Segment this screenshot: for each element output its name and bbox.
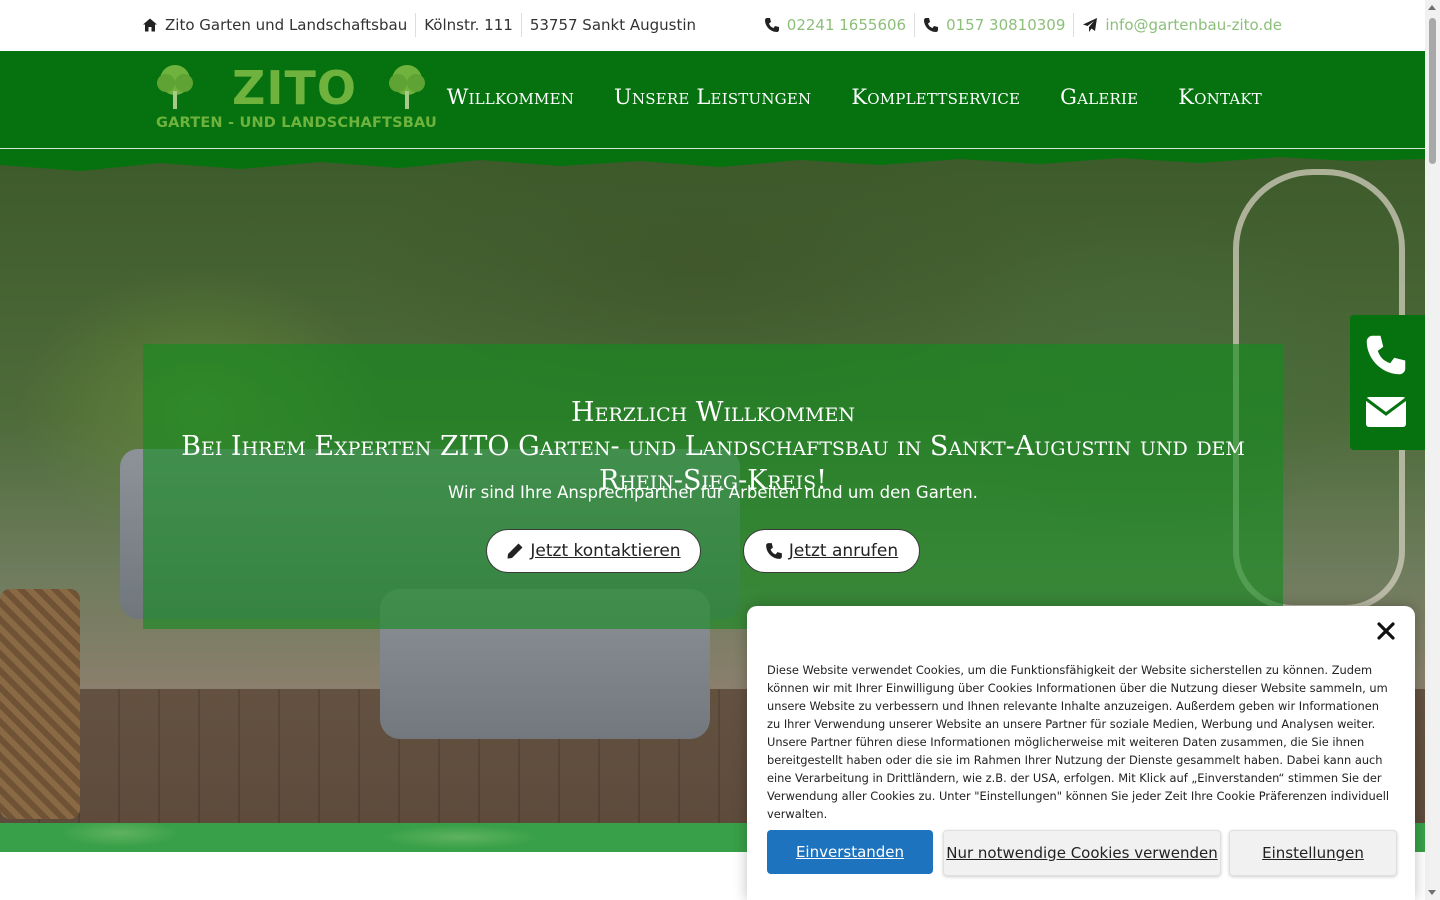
- city-segment: 53757 Sankt Augustin: [522, 13, 704, 37]
- company-name: Zito Garten und Landschaftsbau: [165, 16, 408, 34]
- page-scrollbar[interactable]: [1425, 0, 1440, 900]
- address-block: Zito Garten und Landschaftsbau Kölnstr. …: [142, 13, 704, 37]
- close-icon[interactable]: [1377, 622, 1395, 640]
- contact-now-label: Jetzt kontaktieren: [530, 541, 681, 561]
- top-info-bar: Zito Garten und Landschaftsbau Kölnstr. …: [0, 0, 1425, 50]
- phone-link-2[interactable]: 0157 30810309: [946, 16, 1065, 34]
- torn-edge-decoration: [0, 149, 1425, 171]
- phone1-segment: 02241 1655606: [756, 13, 916, 37]
- cookie-necessary-button[interactable]: Nur notwendige Cookies verwenden: [943, 830, 1221, 876]
- phone-icon: [924, 18, 939, 32]
- contact-now-button[interactable]: Jetzt kontaktieren: [486, 529, 701, 573]
- nav-item-kontakt[interactable]: Kontakt: [1178, 85, 1262, 109]
- scroll-up-icon[interactable]: [1428, 5, 1436, 10]
- home-icon: [143, 18, 157, 32]
- phone-icon[interactable]: [1364, 333, 1408, 377]
- cookie-accept-button[interactable]: Einverstanden: [767, 830, 933, 874]
- nav-item-galerie[interactable]: Galerie: [1060, 85, 1138, 109]
- phone2-segment: 0157 30810309: [915, 13, 1075, 37]
- nav-item-komplettservice[interactable]: Komplettservice: [851, 85, 1020, 109]
- call-now-button[interactable]: Jetzt anrufen: [743, 529, 920, 573]
- hero-title-line1: Herzlich Willkommen: [571, 397, 855, 428]
- scrollbar-thumb[interactable]: [1429, 18, 1436, 164]
- phone-icon: [764, 18, 779, 32]
- main-nav: Willkommen Unsere Leistungen Komplettser…: [407, 85, 1262, 109]
- cookie-consent-banner: Diese Website verwendet Cookies, um die …: [747, 606, 1415, 900]
- paper-plane-icon: [1083, 18, 1098, 32]
- email-segment: info@gartenbau-zito.de: [1074, 13, 1282, 37]
- nav-item-willkommen[interactable]: Willkommen: [447, 85, 574, 109]
- logo-subtitle: GARTEN - UND LANDSCHAFTSBAU: [156, 115, 437, 131]
- company-segment: Zito Garten und Landschaftsbau: [142, 13, 417, 37]
- cookie-settings-button[interactable]: Einstellungen: [1229, 830, 1397, 876]
- site-header: ZITO GARTEN - UND LANDSCHAFTSBAU Willkom…: [0, 51, 1425, 149]
- city-address: 53757 Sankt Augustin: [529, 16, 697, 34]
- hero-welcome-box: Herzlich Willkommen Bei Ihrem Experten Z…: [143, 344, 1283, 629]
- pencil-icon: [507, 543, 523, 559]
- phone-link-1[interactable]: 02241 1655606: [787, 16, 906, 34]
- email-link[interactable]: info@gartenbau-zito.de: [1105, 16, 1282, 34]
- basket-image: [0, 589, 80, 819]
- nav-item-leistungen[interactable]: Unsere Leistungen: [614, 85, 811, 109]
- scroll-down-icon[interactable]: [1428, 890, 1436, 895]
- cookie-text: Diese Website verwendet Cookies, um die …: [767, 663, 1390, 821]
- hero-subtitle: Wir sind Ihre Ansprechpartner für Arbeit…: [448, 483, 978, 502]
- contact-block: 02241 1655606 0157 30810309 info@gartenb…: [756, 13, 1282, 37]
- tree-icon: [157, 65, 193, 109]
- site-logo[interactable]: ZITO GARTEN - UND LANDSCHAFTSBAU: [154, 61, 437, 136]
- logo-brand: ZITO: [232, 61, 357, 115]
- phone-icon: [765, 543, 782, 559]
- envelope-icon[interactable]: [1364, 389, 1408, 433]
- street-segment: Kölnstr. 111: [416, 13, 522, 37]
- call-now-label: Jetzt anrufen: [788, 541, 899, 561]
- street-address: Kölnstr. 111: [424, 16, 513, 34]
- floating-contact-panel: [1350, 315, 1425, 450]
